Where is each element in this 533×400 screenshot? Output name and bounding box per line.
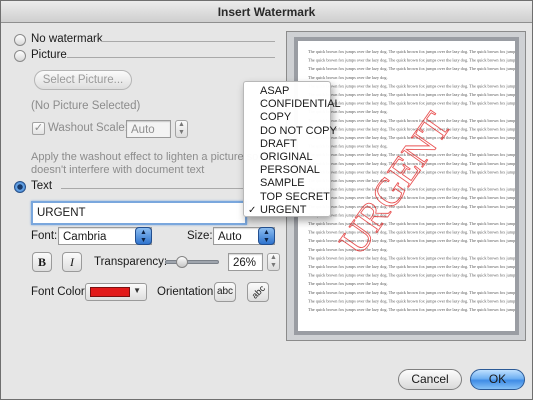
transparency-slider-knob[interactable] <box>175 256 188 268</box>
scale-input[interactable]: Auto <box>126 120 171 138</box>
preview-text-line: The quick brown fox jumps over the lazy … <box>308 75 388 80</box>
orientation-label: Orientation: <box>157 286 217 298</box>
preview-text-line: The quick brown fox jumps over the lazy … <box>308 255 515 260</box>
preview-text-line: The quick brown fox jumps over the lazy … <box>308 290 515 295</box>
washout-hint-line2: doesn't interfere with document text <box>31 164 205 176</box>
chevron-updown-icon[interactable]: ▲ ▼ <box>135 227 152 245</box>
washout-checkbox[interactable]: ✓ <box>32 122 45 135</box>
menu-item[interactable]: DO NOT COPY <box>244 125 337 138</box>
preview-text-line: The quick brown fox jumps over the lazy … <box>308 83 515 88</box>
preview-text-line: The quick brown fox jumps over the lazy … <box>308 307 515 312</box>
menu-item[interactable]: TOP SECRET <box>244 191 330 204</box>
cancel-button[interactable]: Cancel <box>398 369 462 390</box>
size-value: Auto <box>218 231 242 243</box>
color-swatch <box>90 287 130 297</box>
washout-label: Washout <box>48 122 93 134</box>
menu-item-label: PERSONAL <box>260 164 320 177</box>
menu-item[interactable]: DRAFT <box>244 138 330 151</box>
menu-item[interactable]: ✓ URGENT <box>244 204 330 217</box>
watermark-text-dropdown-menu: ASAP CONFIDENTIAL COPY DO NOT COPY DRAFT ORIG… <box>243 81 341 217</box>
preview-text-line: The quick brown fox jumps over the lazy … <box>308 204 515 209</box>
transparency-input[interactable]: 26% <box>228 253 263 271</box>
menu-item-label: COPY <box>260 111 292 124</box>
preview-text-line: The quick brown fox jumps over the lazy … <box>308 58 515 63</box>
picture-status-text: (No Picture Selected) <box>31 100 141 112</box>
transparency-stepper[interactable]: ▲ ▼ <box>267 253 280 271</box>
size-label: Size: <box>187 230 213 242</box>
italic-button[interactable]: I <box>62 252 82 272</box>
chevron-updown-icon[interactable]: ▲ ▼ <box>258 227 275 245</box>
menu-item-label: ORIGINAL <box>260 150 313 163</box>
menu-item[interactable]: CONFIDENTIAL <box>244 98 341 111</box>
preview-text-line: The quick brown fox jumps over the lazy … <box>308 92 515 97</box>
menu-item-label: ASAP <box>260 85 290 97</box>
transparency-slider-track[interactable] <box>165 260 219 264</box>
no-watermark-label[interactable]: No watermark <box>31 33 103 45</box>
select-picture-button[interactable]: Select Picture... <box>34 70 132 90</box>
menu-item[interactable]: COPY <box>244 111 330 124</box>
ok-button[interactable]: OK <box>470 369 525 390</box>
font-value: Cambria <box>63 231 107 243</box>
menu-item-label: CONFIDENTIAL <box>260 98 341 111</box>
separator-line <box>101 41 275 42</box>
chevron-down-icon: ▼ <box>133 286 141 295</box>
preview-text-line: The quick brown fox jumps over the lazy … <box>308 281 388 286</box>
no-watermark-radio[interactable] <box>14 34 26 46</box>
orientation-diagonal-glyph: abc <box>249 283 267 301</box>
transparency-label: Transparency: <box>94 256 168 268</box>
menu-item-label: URGENT <box>260 203 307 216</box>
preview-text-line: The quick brown fox jumps over the lazy … <box>308 273 515 278</box>
font-combo[interactable]: Cambria ▲ ▼ <box>58 227 152 245</box>
text-label[interactable]: Text <box>31 180 52 192</box>
separator-line <box>67 57 275 58</box>
font-label: Font: <box>31 230 58 242</box>
font-color-label: Font Color: <box>31 286 88 298</box>
watermark-text-input[interactable]: URGENT <box>31 201 247 225</box>
size-combo[interactable]: Auto ▲ ▼ <box>213 227 275 245</box>
text-radio[interactable] <box>14 181 26 193</box>
font-color-button[interactable]: ▼ <box>85 283 147 301</box>
preview-text-line: The quick brown fox jumps over the lazy … <box>308 66 515 71</box>
menu-item[interactable]: SAMPLE <box>244 177 330 190</box>
menu-item[interactable]: PERSONAL <box>244 164 330 177</box>
scale-label: Scale: <box>96 122 128 134</box>
bold-button[interactable]: B <box>32 252 52 272</box>
dialog-title: Insert Watermark <box>1 1 532 23</box>
menu-item-label: TOP SECRET <box>260 190 330 203</box>
preview-text-line: The quick brown fox jumps over the lazy … <box>308 49 515 54</box>
menu-item[interactable]: ASAP <box>244 85 330 98</box>
insert-watermark-dialog: Insert Watermark No watermark Picture Se… <box>0 0 533 400</box>
menu-item[interactable]: ORIGINAL <box>244 151 330 164</box>
washout-hint-line1: Apply the washout effect to lighten a pi… <box>31 151 267 163</box>
preview-text-line: The quick brown fox jumps over the lazy … <box>308 264 515 269</box>
preview-text-line: The quick brown fox jumps over the lazy … <box>308 298 515 303</box>
orientation-horizontal-button[interactable]: abc <box>214 282 236 302</box>
menu-item-label: SAMPLE <box>260 177 305 190</box>
scale-stepper[interactable]: ▲ ▼ <box>175 120 188 138</box>
picture-label[interactable]: Picture <box>31 49 67 61</box>
menu-item-label: DRAFT <box>260 137 297 150</box>
picture-radio[interactable] <box>14 50 26 62</box>
orientation-diagonal-button[interactable]: abc <box>247 282 269 302</box>
separator-line <box>61 188 245 189</box>
menu-item-label: DO NOT COPY <box>260 124 337 137</box>
checkmark-icon: ✓ <box>248 204 257 216</box>
